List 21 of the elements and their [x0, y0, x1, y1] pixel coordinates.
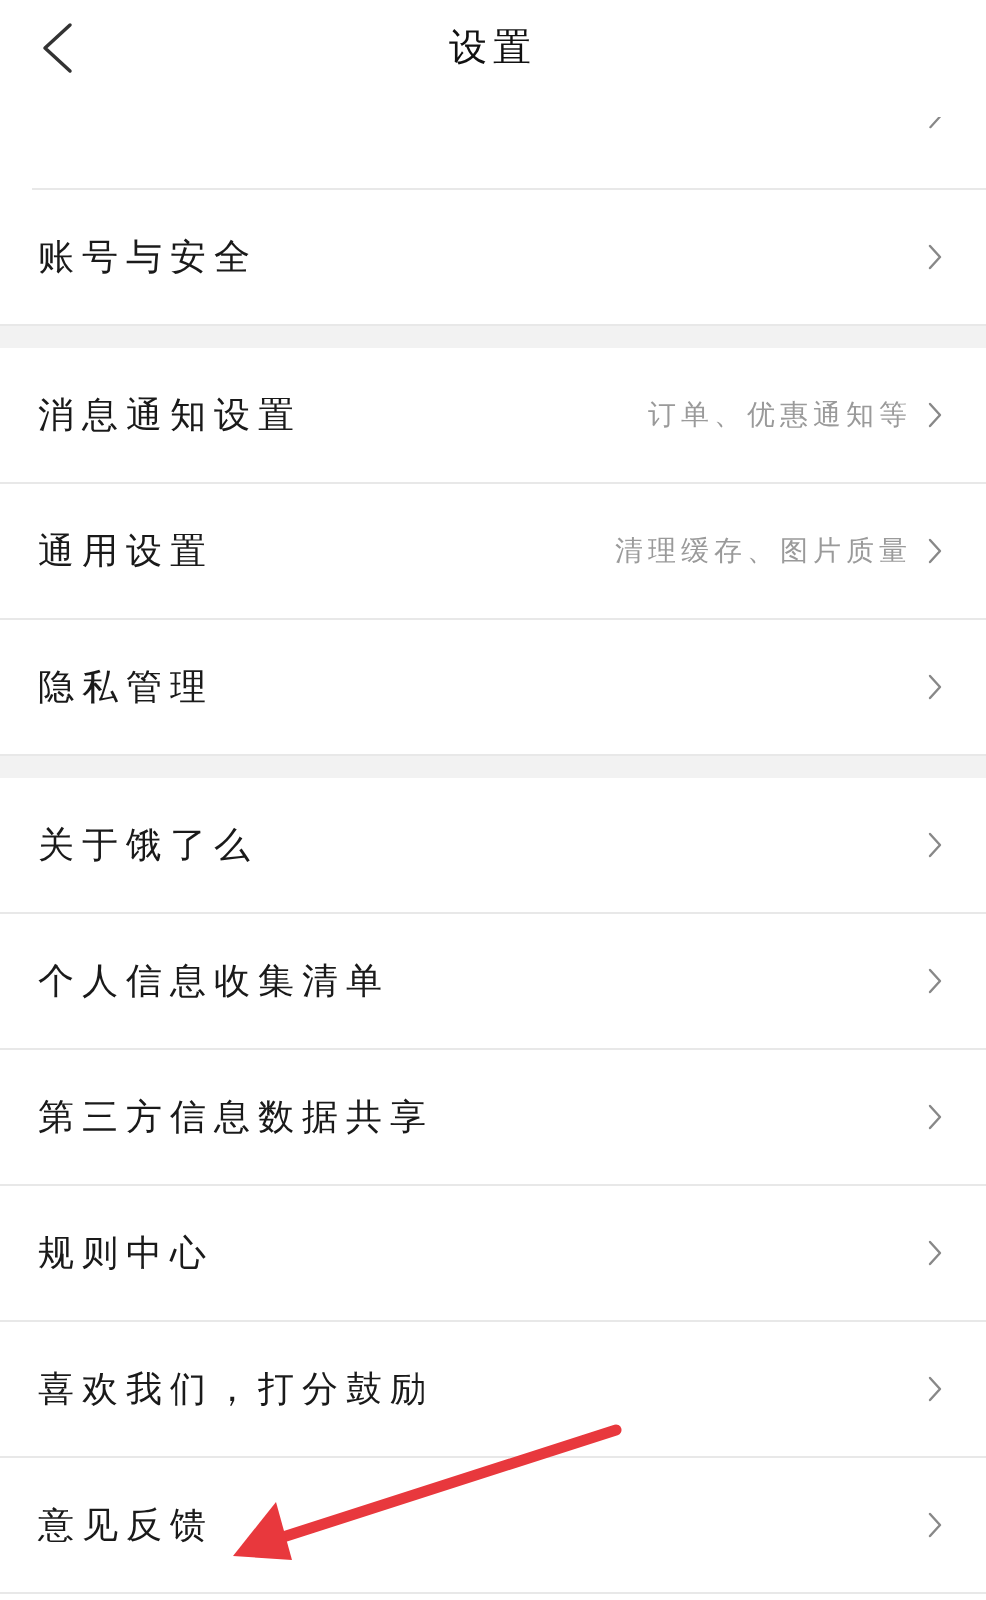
item-label: 个人信息收集清单 [38, 958, 391, 1003]
back-icon[interactable] [40, 22, 74, 74]
item-detail: 清理缓存、图片质量 [615, 533, 912, 569]
item-label: 消息通知设置 [38, 392, 303, 437]
settings-item[interactable]: 喜欢我们，打分鼓励 [0, 1322, 986, 1458]
settings-item[interactable]: 规则中心 [0, 1186, 986, 1322]
page-title: 设置 [449, 24, 537, 71]
item-label: 意见反馈 [38, 1502, 215, 1547]
item-label: 关于饿了么 [38, 822, 259, 867]
item-label: 规则中心 [38, 1230, 215, 1275]
item-label: 隐私管理 [38, 664, 215, 709]
item-detail: 订单、优惠通知等 [648, 397, 912, 433]
settings-item[interactable]: 个人信息收集清单 [0, 914, 986, 1050]
settings-item[interactable]: 消息通知设置 订单、优惠通知等 [0, 348, 986, 484]
settings-item[interactable]: 通用设置 清理缓存、图片质量 [0, 484, 986, 620]
item-label: 通用设置 [38, 528, 215, 573]
item-label: 喜欢我们，打分鼓励 [38, 1366, 435, 1411]
item-label: 第三方信息数据共享 [38, 1094, 435, 1139]
settings-item[interactable]: 关于饿了么 [0, 778, 986, 914]
item-label: 账号与安全 [38, 234, 259, 279]
settings-item[interactable]: 第三方信息数据共享 [0, 1050, 986, 1186]
